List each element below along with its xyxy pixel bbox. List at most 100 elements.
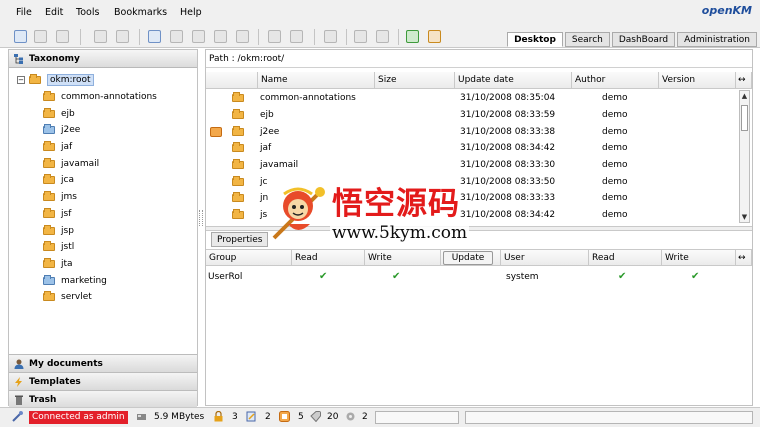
tree-item[interactable]: javamail — [17, 155, 197, 172]
folder-icon — [43, 191, 55, 202]
menu-edit[interactable]: Edit — [45, 7, 63, 18]
table-row[interactable]: javamail 31/10/2008 08:33:30 demo — [206, 157, 740, 174]
tree-item[interactable]: jsp — [17, 222, 197, 239]
table-row[interactable]: ejb 31/10/2008 08:33:59 demo — [206, 107, 740, 124]
group-read-check-icon[interactable]: ✔ — [319, 271, 327, 282]
column-header-size[interactable]: Size — [375, 72, 455, 88]
tree-item-label[interactable]: servlet — [61, 292, 92, 302]
cell-name: jaf — [260, 143, 272, 154]
tree-item-label[interactable]: jsp — [61, 226, 74, 236]
column-header-date[interactable]: Update date — [455, 72, 572, 88]
tree-item-label[interactable]: jta — [61, 259, 73, 269]
tab-search[interactable]: Search — [564, 32, 610, 47]
tree-item[interactable]: j2ee — [17, 122, 197, 139]
expand-columns-icon[interactable]: ↔ — [736, 72, 752, 88]
tree-item-label[interactable]: jms — [61, 192, 77, 202]
update-cell: Update — [441, 250, 501, 265]
workspace-tabs: Desktop Search DashBoard Administration — [507, 32, 757, 48]
vertical-splitter-handle[interactable] — [199, 210, 203, 226]
scrollbar-thumb[interactable] — [741, 105, 748, 131]
accordion-label: Trash — [29, 395, 57, 405]
collapse-icon[interactable]: − — [17, 76, 25, 85]
cancel-checkout-icon[interactable] — [236, 30, 249, 43]
tree-item[interactable]: jstl — [17, 239, 197, 256]
lock-icon[interactable] — [94, 30, 107, 43]
folder-icon — [43, 91, 55, 102]
home-icon[interactable] — [428, 30, 441, 43]
folder-icon — [43, 141, 55, 152]
create-folder-icon[interactable] — [14, 30, 27, 43]
accordion-trash[interactable]: Trash — [9, 390, 197, 408]
find-folder-icon[interactable] — [34, 30, 47, 43]
tree-item[interactable]: jta — [17, 256, 197, 273]
tree-item-label[interactable]: javamail — [61, 159, 99, 169]
tree-item[interactable]: jsf — [17, 206, 197, 223]
expand-columns-icon[interactable]: ↔ — [736, 250, 752, 265]
menu-bookmarks[interactable]: Bookmarks — [114, 7, 167, 18]
tree-item-label[interactable]: j2ee — [61, 125, 80, 135]
tree-item-label[interactable]: jsf — [61, 209, 71, 219]
folder-icon — [43, 224, 55, 235]
download-icon[interactable] — [268, 30, 281, 43]
tab-properties[interactable]: Properties — [211, 232, 269, 247]
file-grid-scrollbar[interactable]: ▲ ▼ — [739, 90, 750, 223]
tab-administration[interactable]: Administration — [677, 32, 757, 47]
tree-item[interactable]: servlet — [17, 289, 197, 306]
accordion-my-documents[interactable]: My documents — [9, 354, 197, 372]
tab-dashboard[interactable]: DashBoard — [611, 32, 676, 47]
unlock-icon[interactable] — [116, 30, 129, 43]
menu-help[interactable]: Help — [180, 7, 202, 18]
tree-item-label[interactable]: ejb — [61, 109, 75, 119]
tab-desktop[interactable]: Desktop — [507, 32, 563, 47]
tree-root[interactable]: − okm:root — [17, 72, 197, 89]
tree-item[interactable]: jca — [17, 172, 197, 189]
column-header-icon — [206, 72, 258, 88]
taxonomy-header[interactable]: Taxonomy — [9, 50, 197, 68]
cell-name: javamail — [260, 160, 299, 171]
tree-item[interactable]: jms — [17, 189, 197, 206]
tree-item-label[interactable]: marketing — [61, 276, 107, 286]
column-header-version[interactable]: Version — [659, 72, 736, 88]
column-header-name[interactable]: Name — [258, 72, 375, 88]
table-row[interactable]: j2ee 31/10/2008 08:33:38 demo — [206, 123, 740, 140]
tree-root-label[interactable]: okm:root — [47, 74, 94, 87]
checkout-icon[interactable] — [192, 30, 205, 43]
progress-box — [465, 411, 753, 424]
column-header-user: User — [501, 250, 589, 265]
table-row[interactable]: jaf 31/10/2008 08:34:42 demo — [206, 140, 740, 157]
menu-file[interactable]: File — [16, 7, 32, 18]
status-bar: Connected as admin 5.9 MBytes 3 2 5 20 2 — [0, 407, 760, 427]
remove-property-group-icon[interactable] — [376, 30, 389, 43]
cell-date: 31/10/2008 08:35:04 — [460, 93, 556, 104]
accordion-templates[interactable]: Templates — [9, 372, 197, 390]
checkin-icon[interactable] — [214, 30, 227, 43]
find-document-icon[interactable] — [56, 30, 69, 43]
tree-item-label[interactable]: jaf — [61, 142, 72, 152]
group-write-check-icon[interactable]: ✔ — [392, 271, 400, 282]
refresh-icon[interactable] — [406, 30, 419, 43]
delete-icon[interactable] — [170, 30, 183, 43]
add-document-icon[interactable] — [148, 30, 161, 43]
download-pdf-icon[interactable] — [290, 30, 303, 43]
column-header-author[interactable]: Author — [572, 72, 659, 88]
tree-item-label[interactable]: jstl — [61, 242, 74, 252]
workflow-icon[interactable] — [324, 30, 337, 43]
cell-author: demo — [602, 110, 628, 121]
tree-item-label[interactable]: jca — [61, 175, 74, 185]
menu-tools[interactable]: Tools — [76, 7, 99, 18]
user-write-check-icon[interactable]: ✔ — [691, 271, 699, 282]
user-read-check-icon[interactable]: ✔ — [618, 271, 626, 282]
toolbar-separator — [398, 29, 399, 45]
tree-item[interactable]: marketing — [17, 272, 197, 289]
tree-item-label[interactable]: common-annotations — [61, 92, 157, 102]
tree-item[interactable]: common-annotations — [17, 89, 197, 106]
tree-item[interactable]: ejb — [17, 105, 197, 122]
tree-item[interactable]: jaf — [17, 139, 197, 156]
update-button[interactable]: Update — [443, 251, 493, 265]
column-header-user-read: Read — [589, 250, 662, 265]
scroll-down-icon[interactable]: ▼ — [740, 212, 749, 222]
table-row[interactable]: common-annotations 31/10/2008 08:35:04 dem… — [206, 90, 740, 107]
gear-icon — [346, 412, 355, 421]
add-property-group-icon[interactable] — [354, 30, 367, 43]
scroll-up-icon[interactable]: ▲ — [740, 91, 749, 101]
